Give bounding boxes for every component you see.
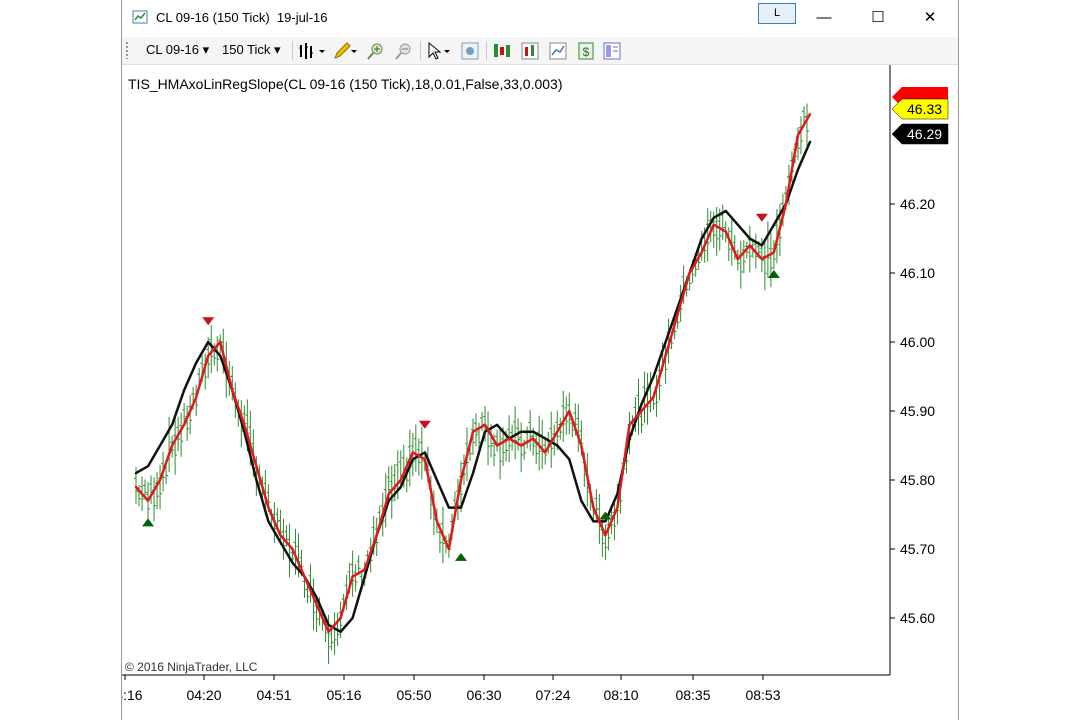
chart-window: CL 09-16 (150 Tick) 19-jul-16 L — ☐ ✕ CL… <box>121 0 959 720</box>
x-tick-label: 05:16 <box>326 687 361 703</box>
indicator-panel-icon[interactable] <box>602 41 622 61</box>
y-tick-label: 45.70 <box>900 541 935 557</box>
period-label: 150 Tick <box>222 42 271 57</box>
y-tick-label: 45.80 <box>900 472 935 488</box>
x-tick-label: 08:35 <box>675 687 710 703</box>
x-tick-label: 08:53 <box>745 687 780 703</box>
window-title: CL 09-16 (150 Tick) 19-jul-16 <box>156 10 328 25</box>
price-tag-label: 46.29 <box>907 126 942 142</box>
price-chart[interactable]: 45.60 45.70 45.80 45.90 46.00 46.10 46.20 03:16… <box>122 65 958 720</box>
x-tick-label: 07:24 <box>535 687 570 703</box>
buy-signal-marker <box>767 270 780 278</box>
y-tick-label: 46.20 <box>900 196 935 212</box>
x-tick-label: 04:20 <box>186 687 221 703</box>
period-selector[interactable]: 150 Tick ▾ <box>222 42 281 58</box>
maximize-button[interactable]: ☐ <box>860 6 896 30</box>
bars-icon[interactable] <box>298 41 328 61</box>
chart-toolbar: CL 09-16 ▾ 150 Tick ▾ $ <box>122 37 958 65</box>
y-tick-label: 45.90 <box>900 403 935 419</box>
toolbar-separator <box>292 41 293 60</box>
sell-signal-marker <box>755 213 768 222</box>
buy-signal-marker <box>454 552 467 561</box>
instrument-label: CL 09-16 <box>146 42 199 57</box>
cursor-icon[interactable] <box>426 41 452 61</box>
zoom-in-icon[interactable] <box>366 41 386 61</box>
link-button[interactable]: L <box>758 3 796 24</box>
pencil-draw-icon[interactable] <box>332 41 358 61</box>
toolbar-separator <box>486 41 487 60</box>
minimize-button[interactable]: — <box>806 6 842 30</box>
title-bar: CL 09-16 (150 Tick) 19-jul-16 L — ☐ ✕ <box>122 0 958 36</box>
toolbar-separator <box>420 41 421 60</box>
series-line-hma_fast <box>134 113 812 634</box>
strategies-icon[interactable] <box>492 41 512 61</box>
y-tick-label: 46.00 <box>900 334 935 350</box>
x-tick-label: 06:30 <box>466 687 501 703</box>
sell-signal-marker <box>202 317 215 326</box>
x-tick-label: 04:51 <box>256 687 291 703</box>
properties-icon[interactable] <box>460 41 480 61</box>
chart-app-icon <box>132 10 148 24</box>
data-series-icon[interactable] <box>548 41 568 61</box>
x-tick-label: 05:50 <box>396 687 431 703</box>
instrument-selector[interactable]: CL 09-16 ▾ <box>146 42 209 58</box>
close-button[interactable]: ✕ <box>912 6 948 30</box>
copyright-text: © 2016 NinjaTrader, LLC <box>125 660 258 674</box>
svg-text:$: $ <box>583 45 590 59</box>
y-tick-label: 46.10 <box>900 265 935 281</box>
indicator-label: TIS_HMAxoLinRegSlope(CL 09-16 (150 Tick)… <box>128 76 563 92</box>
series-line-linreg_slow <box>134 140 812 634</box>
x-tick-label: 03:16 <box>122 687 143 703</box>
dollar-icon[interactable]: $ <box>576 41 596 61</box>
zoom-out-icon[interactable] <box>394 41 414 61</box>
x-tick-label: 08:10 <box>603 687 638 703</box>
price-tag-label: 46.33 <box>907 101 942 117</box>
sell-signal-marker <box>418 420 431 429</box>
buy-signal-marker <box>142 518 155 527</box>
toolbar-grip[interactable] <box>126 42 128 59</box>
chart-style-icon[interactable] <box>520 41 540 61</box>
y-tick-label: 45.60 <box>900 610 935 626</box>
